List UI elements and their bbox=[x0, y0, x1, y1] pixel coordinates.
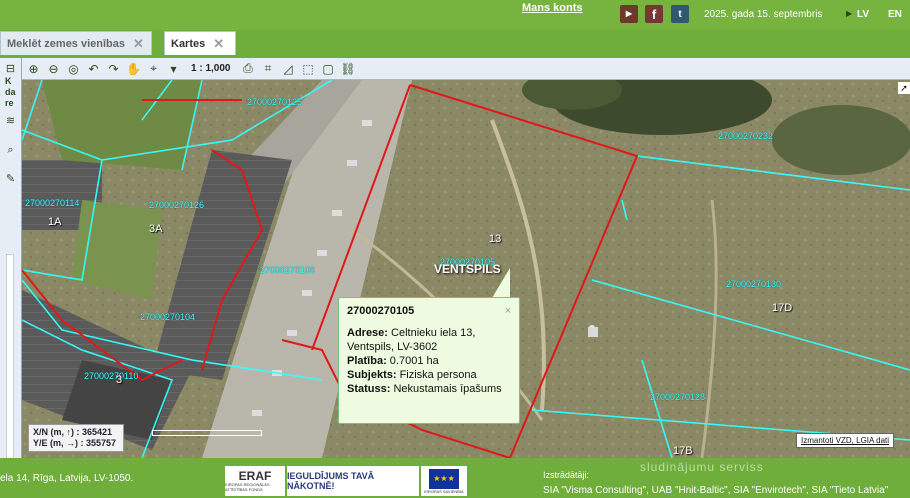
parcel-label: 27000270130 bbox=[726, 279, 782, 289]
forward-arrow-icon[interactable]: ↷ bbox=[105, 60, 122, 77]
zoom-extent-icon[interactable]: ◎ bbox=[65, 60, 82, 77]
map-toolbar: ⊕ ⊖ ◎ ↶ ↷ ✋ ⌖ ▾ 1 : 1,000 ⎙ ⌗ ◿ ⬚ ▢ ⛓ bbox=[22, 58, 910, 80]
popup-pointer bbox=[492, 268, 510, 298]
address-label: 1A bbox=[48, 216, 62, 228]
language-en[interactable]: EN bbox=[888, 9, 902, 20]
youtube-icon[interactable]: ▶ bbox=[620, 5, 638, 23]
watermark-text: sludinājumu serviss bbox=[640, 460, 764, 474]
address-label: 3 bbox=[116, 374, 123, 386]
popup-address-row: Adrese: Celtnieku iela 13, Ventspils, LV… bbox=[347, 327, 476, 353]
measure-angle-icon[interactable]: ◿ bbox=[279, 60, 296, 77]
footer: ela 14, Rīga, Latvija, LV-1050. ERAF EIR… bbox=[0, 458, 910, 498]
zoom-out-icon[interactable]: ⊖ bbox=[45, 60, 62, 77]
popup-subject-row: Subjekts: Fiziska persona bbox=[347, 369, 477, 381]
parcel-info-popup: 27000270105 × Adrese: Celtnieku iela 13,… bbox=[338, 297, 520, 424]
parcel-label: 27000270126 bbox=[149, 200, 205, 210]
close-icon[interactable]: ✕ bbox=[133, 36, 144, 52]
link-icon[interactable]: ⛓ bbox=[339, 60, 356, 77]
back-arrow-icon[interactable]: ↶ bbox=[85, 60, 102, 77]
coordinate-readout: X/N (m, ↑) : 365421 Y/E (m, →) : 355757 bbox=[28, 424, 124, 452]
tab-label: Meklēt zemes vienības bbox=[7, 37, 126, 50]
popup-title: 27000270105 bbox=[347, 305, 415, 317]
facebook-icon[interactable]: f bbox=[645, 5, 663, 23]
measure-area-icon[interactable]: ⌗ bbox=[259, 60, 276, 77]
left-panel: ⊟ Kda re ≋ ⌕ ✎ bbox=[0, 58, 22, 498]
identify-icon[interactable]: ⌖ bbox=[145, 60, 162, 77]
top-header: Mans konts ▶ f t 2025. gada 15. septembr… bbox=[0, 0, 910, 30]
close-icon[interactable]: × bbox=[505, 304, 511, 318]
zoom-in-icon[interactable]: ⊕ bbox=[25, 60, 42, 77]
compass-icon: ➚ bbox=[898, 82, 910, 94]
layers-icon[interactable]: ≋ bbox=[2, 112, 19, 129]
address-label: 17B bbox=[673, 445, 693, 457]
investment-slogan: IEGULDĪJUMS TAVĀ NĀKOTNĒ! bbox=[287, 466, 419, 496]
tab-bar: Meklēt zemes vienības ✕ Kartes ✕ bbox=[0, 30, 910, 55]
language-arrow-icon: ▶ bbox=[846, 9, 853, 18]
parcel-label: 27000270106 bbox=[260, 265, 316, 275]
attribution-link[interactable]: Izmantoti VZD, LGIA dati bbox=[796, 433, 895, 448]
tab-maps[interactable]: Kartes ✕ bbox=[164, 31, 236, 55]
city-label: VENTSPILS bbox=[434, 262, 501, 276]
parcel-label: 27000270104 bbox=[140, 312, 196, 322]
current-date: 2025. gada 15. septembris bbox=[704, 9, 823, 20]
footer-address: ela 14, Rīga, Latvija, LV-1050. bbox=[0, 473, 134, 484]
close-icon[interactable]: ✕ bbox=[213, 36, 224, 52]
parcel-label: 27000270125 bbox=[247, 97, 303, 107]
pan-hand-icon[interactable]: ✋ bbox=[125, 60, 142, 77]
pin-icon[interactable]: ✎ bbox=[2, 170, 19, 187]
print-icon[interactable]: ⎙ bbox=[239, 60, 256, 77]
parcel-label: 27000270114 bbox=[25, 198, 80, 208]
map-canvas[interactable]: 27000270125 27000270232 27000270114 2700… bbox=[22, 80, 910, 458]
scale-display: 1 : 1,000 bbox=[191, 63, 231, 74]
popup-area-row: Platība: 0.7001 ha bbox=[347, 355, 439, 367]
developers-list: SIA "Visma Consulting", UAB "Hnit-Baltic… bbox=[543, 485, 889, 496]
popup-status-row: Statuss: Nekustamais īpašums bbox=[347, 383, 502, 395]
collapse-panel-icon[interactable]: ⊟ bbox=[2, 60, 19, 77]
eu-flag-logo: ★★★ EIROPAS SAVIENĪBA bbox=[421, 466, 467, 496]
scale-bar bbox=[152, 430, 262, 436]
tab-search-parcels[interactable]: Meklēt zemes vienības ✕ bbox=[0, 31, 152, 55]
parcel-label: 27000270232 bbox=[718, 131, 774, 141]
select-icon[interactable]: ⬚ bbox=[299, 60, 316, 77]
twitter-icon[interactable]: t bbox=[671, 5, 689, 23]
panel-text: Kda re bbox=[5, 76, 16, 108]
parcel-label: 27000270110 bbox=[84, 371, 139, 381]
address-label: 13 bbox=[489, 233, 502, 245]
address-label: 17D bbox=[772, 302, 793, 314]
search-icon[interactable]: ⌕ bbox=[2, 142, 19, 159]
address-label: 3A bbox=[149, 223, 163, 235]
parcel-label: 27000270128 bbox=[650, 392, 706, 402]
language-lv[interactable]: LV bbox=[857, 9, 869, 20]
developers-label: Izstrādātāji: bbox=[543, 470, 590, 480]
eraf-logo: ERAF EIROPAS REĢIONĀLĀS ATTĪSTĪBAS FONDS bbox=[225, 466, 285, 496]
chevron-down-icon[interactable]: ▾ bbox=[165, 60, 182, 77]
comment-icon[interactable]: ▢ bbox=[319, 60, 336, 77]
my-account-link[interactable]: Mans konts bbox=[522, 2, 583, 14]
tab-label: Kartes bbox=[171, 37, 206, 50]
